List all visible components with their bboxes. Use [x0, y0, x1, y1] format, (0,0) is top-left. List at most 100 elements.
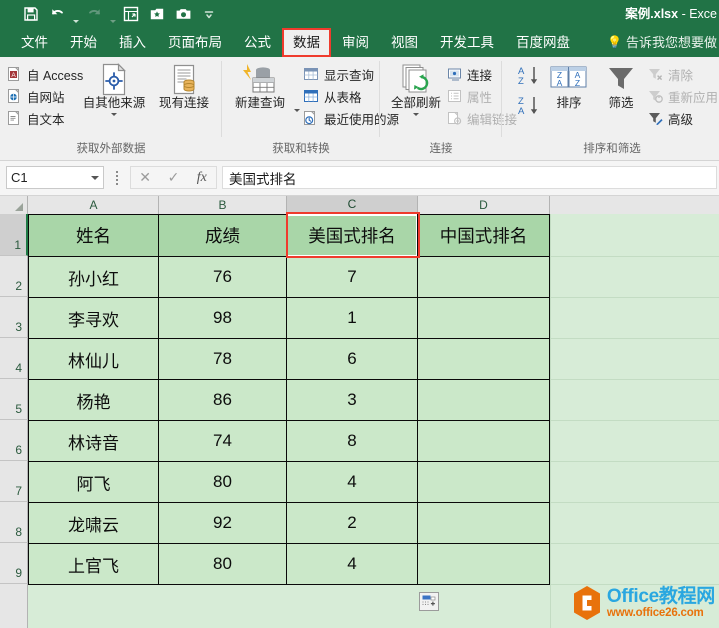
- ribbon-item-filter[interactable]: 筛选: [598, 62, 644, 110]
- ribbon-item-existing-connections[interactable]: 现有连接: [152, 62, 216, 110]
- redo-dropdown-icon[interactable]: [107, 0, 118, 30]
- cell-D7[interactable]: [417, 461, 550, 503]
- cell-C4[interactable]: 6: [286, 338, 418, 380]
- row-header-6[interactable]: 6: [0, 420, 28, 461]
- cell-C7[interactable]: 4: [286, 461, 418, 503]
- row-header-2[interactable]: 2: [0, 256, 28, 297]
- ribbon-item-from-other-sources[interactable]: 自其他来源: [82, 62, 146, 116]
- tab-home[interactable]: 开始: [59, 28, 108, 57]
- cell-C2[interactable]: 7: [286, 256, 418, 298]
- favorite-icon[interactable]: [144, 2, 170, 26]
- tab-formulas[interactable]: 公式: [233, 28, 282, 57]
- customize-qat-icon[interactable]: [196, 2, 222, 26]
- cell-D2[interactable]: [417, 256, 550, 298]
- cell-D1[interactable]: 中国式排名: [417, 214, 550, 257]
- cell-D9[interactable]: [417, 543, 550, 585]
- save-icon[interactable]: [18, 2, 44, 26]
- row-header-9[interactable]: 9: [0, 543, 28, 584]
- tab-developer[interactable]: 开发工具: [429, 28, 505, 57]
- formula-bar-grip[interactable]: [112, 171, 122, 185]
- quick-analysis-icon: [422, 595, 436, 606]
- pivot-table-icon[interactable]: [118, 2, 144, 26]
- tab-view[interactable]: 视图: [380, 28, 429, 57]
- cancel-icon[interactable]: ✕: [131, 169, 159, 186]
- cell-B4[interactable]: 78: [158, 338, 287, 380]
- cell-B1[interactable]: 成绩: [158, 214, 287, 257]
- camera-icon[interactable]: [170, 2, 196, 26]
- cell-D8[interactable]: [417, 502, 550, 544]
- cell-D3[interactable]: [417, 297, 550, 339]
- cell-A8[interactable]: 龙啸云: [28, 502, 159, 544]
- enter-check-icon[interactable]: ✓: [159, 169, 187, 186]
- formula-input[interactable]: 美国式排名: [222, 166, 717, 189]
- tab-file[interactable]: 文件: [10, 28, 59, 57]
- ribbon-item-sort-ascending[interactable]: AZ: [514, 62, 542, 89]
- cell-A5[interactable]: 杨艳: [28, 379, 159, 421]
- row-header-3[interactable]: 3: [0, 297, 28, 338]
- insert-function-icon[interactable]: fx: [188, 170, 216, 186]
- chevron-down-icon[interactable]: [413, 113, 419, 116]
- cell-B9[interactable]: 80: [158, 543, 287, 585]
- row-header-4[interactable]: 4: [0, 338, 28, 379]
- quick-analysis-button[interactable]: [419, 592, 439, 611]
- watermark-url: www.office26.com: [606, 606, 704, 619]
- new-query-chevron-down-icon[interactable]: [294, 109, 300, 112]
- cell-B2[interactable]: 76: [158, 256, 287, 298]
- undo-icon[interactable]: [44, 2, 70, 26]
- svg-text:Z: Z: [518, 76, 524, 87]
- tab-insert[interactable]: 插入: [108, 28, 157, 57]
- cell-B8[interactable]: 92: [158, 502, 287, 544]
- redo-icon[interactable]: [81, 2, 107, 26]
- column-header-b[interactable]: B: [159, 196, 287, 214]
- row-header-8[interactable]: 8: [0, 502, 28, 543]
- cell-D5[interactable]: [417, 379, 550, 421]
- column-header-d[interactable]: D: [418, 196, 550, 214]
- row-header-5[interactable]: 5: [0, 379, 28, 420]
- select-all-corner[interactable]: [0, 196, 28, 214]
- ribbon-group-get-and-transform: 新建查询 显示查询 从表格 最近使用的源 获取和转换: [222, 57, 399, 160]
- cell-A4[interactable]: 林仙儿: [28, 338, 159, 380]
- cell-A2[interactable]: 孙小红: [28, 256, 159, 298]
- row-header-1[interactable]: 1: [0, 214, 28, 256]
- tab-data[interactable]: 数据: [282, 28, 331, 57]
- cell-B5[interactable]: 86: [158, 379, 287, 421]
- cell-B3[interactable]: 98: [158, 297, 287, 339]
- cell-C8[interactable]: 2: [286, 502, 418, 544]
- cell-A1[interactable]: 姓名: [28, 214, 159, 257]
- cell-B6[interactable]: 74: [158, 420, 287, 462]
- from-web-icon: [8, 88, 19, 103]
- row-header-10[interactable]: [0, 584, 28, 628]
- ribbon-body: A 自 Access 自网站 自文本 自其他来源 现有连接 获取外部数据 新建查…: [0, 57, 719, 161]
- cell-B7[interactable]: 80: [158, 461, 287, 503]
- tab-page-layout[interactable]: 页面布局: [157, 28, 233, 57]
- cell-C5[interactable]: 3: [286, 379, 418, 421]
- tell-me-box[interactable]: 💡 告诉我您想要做: [607, 28, 719, 57]
- row-header-7[interactable]: 7: [0, 461, 28, 502]
- column-header-a[interactable]: A: [29, 196, 159, 214]
- ribbon-tab-bar: 文件 开始 插入 页面布局 公式 数据 审阅 视图 开发工具 百度网盘 💡 告诉…: [0, 28, 719, 57]
- cell-C9[interactable]: 4: [286, 543, 418, 585]
- ribbon-item-from-access[interactable]: A 自 Access: [8, 63, 83, 85]
- cell-A7[interactable]: 阿飞: [28, 461, 159, 503]
- tab-baidu-netdisk[interactable]: 百度网盘: [505, 28, 581, 57]
- ribbon-item-new-query[interactable]: 新建查询: [228, 62, 292, 110]
- cell-D4[interactable]: [417, 338, 550, 380]
- tab-review[interactable]: 审阅: [331, 28, 380, 57]
- ribbon-item-sort-descending[interactable]: ZA: [514, 93, 542, 119]
- undo-dropdown-icon[interactable]: [70, 0, 81, 30]
- ribbon-item-sort[interactable]: ZAAZ 排序: [544, 62, 594, 110]
- name-box[interactable]: C1: [6, 166, 104, 189]
- cell-A9[interactable]: 上官飞: [28, 543, 159, 585]
- cell-C3[interactable]: 1: [286, 297, 418, 339]
- chevron-down-icon[interactable]: [111, 113, 117, 116]
- name-box-chevron-down-icon[interactable]: [91, 175, 99, 180]
- ribbon-item-advanced[interactable]: 高级: [648, 107, 718, 129]
- cell-A6[interactable]: 林诗音: [28, 420, 159, 462]
- cell-C6[interactable]: 8: [286, 420, 418, 462]
- ribbon-item-refresh-all[interactable]: 全部刷新: [384, 62, 448, 116]
- ribbon-item-from-web[interactable]: 自网站: [8, 85, 83, 107]
- ribbon-item-from-text[interactable]: 自文本: [8, 107, 83, 129]
- cell-A3[interactable]: 李寻欢: [28, 297, 159, 339]
- cell-D6[interactable]: [417, 420, 550, 462]
- ribbon-item-label: 全部刷新: [390, 96, 441, 110]
